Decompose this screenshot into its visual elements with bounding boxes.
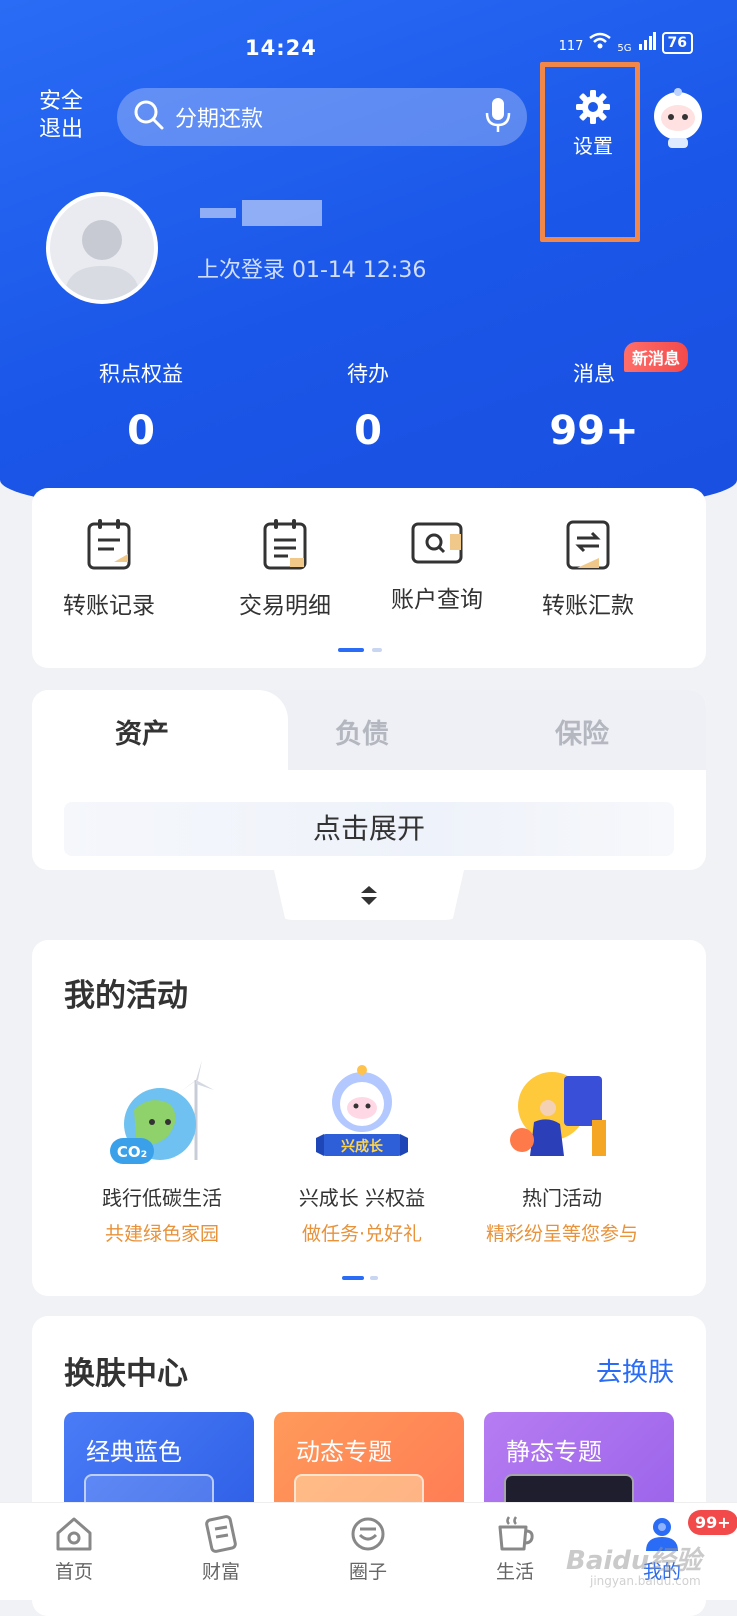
growth-label: 兴成长	[341, 1138, 384, 1155]
skin-tile-label: 动态专题	[296, 1438, 392, 1466]
stat-points[interactable]: 积点权益 0	[61, 358, 221, 454]
circle-community-icon	[318, 1515, 418, 1553]
activity-hot[interactable]: 热门活动 精彩纷呈等您参与	[462, 1060, 662, 1246]
activities-title: 我的活动	[64, 978, 188, 1014]
account-query-icon	[362, 518, 512, 566]
settings-button[interactable]: 设置	[540, 62, 640, 242]
activity-subtitle: 做任务·兑好礼	[301, 1223, 423, 1245]
network-speed: 117	[558, 39, 584, 54]
safe-exit-label: 安全 退出	[38, 89, 83, 142]
tab-circle[interactable]: 圈子	[318, 1515, 418, 1584]
quick-action-label: 转账记录	[63, 593, 155, 619]
notification-badge: 99+	[688, 1510, 737, 1535]
quick-actions-card: 转账记录 交易明细 账户查询 转账汇款	[32, 488, 706, 668]
battery-indicator: 76	[661, 32, 693, 54]
activities-card: 我的活动 CO₂ 践行低碳生活 共建绿色家园 兴成长 兴成长 兴权益 做任务·兑…	[32, 940, 706, 1296]
pager-dot-active	[338, 648, 364, 652]
last-login-time: 上次登录 01-14 12:36	[197, 258, 427, 283]
user-name-blurred	[200, 200, 340, 230]
change-skin-link[interactable]: 去换肤	[596, 1352, 674, 1389]
tab-label: 生活	[495, 1561, 534, 1583]
tab-home[interactable]: 首页	[24, 1515, 124, 1584]
quick-action-label: 账户查询	[391, 587, 483, 613]
quick-action-transaction-detail[interactable]: 交易明细	[210, 518, 360, 620]
gear-icon	[575, 90, 611, 130]
wifi-icon	[589, 32, 612, 54]
stat-todo[interactable]: 待办 0	[288, 358, 448, 454]
tab-assets[interactable]: 资产	[82, 712, 202, 751]
search-icon	[133, 99, 165, 135]
activity-growth[interactable]: 兴成长 兴成长 兴权益 做任务·兑好礼	[262, 1060, 462, 1246]
pager-dot	[372, 648, 382, 652]
signal-label: 5G	[617, 43, 632, 54]
avatar[interactable]	[46, 192, 158, 304]
coffee-cup-icon	[465, 1515, 565, 1553]
activity-title: 兴成长 兴权益	[298, 1186, 426, 1210]
stat-todo-label: 待办	[347, 362, 389, 386]
earth-windmill-icon: CO₂	[102, 1060, 222, 1170]
growth-mascot-icon: 兴成长	[302, 1060, 422, 1170]
tab-insurance[interactable]: 保险	[522, 712, 642, 751]
tab-label: 财富	[201, 1561, 240, 1583]
remittance-icon	[513, 518, 663, 572]
activity-subtitle: 精彩纷呈等您参与	[485, 1223, 638, 1245]
stat-messages-value: 99+	[549, 408, 639, 454]
stat-points-label: 积点权益	[99, 362, 183, 386]
activity-low-carbon[interactable]: CO₂ 践行低碳生活 共建绿色家园	[62, 1060, 262, 1246]
tab-wealth[interactable]: 财富	[171, 1515, 271, 1584]
pager-dot	[370, 1276, 378, 1280]
home-icon	[24, 1515, 124, 1553]
expand-toggle[interactable]	[274, 870, 464, 920]
assistant-robot-icon[interactable]	[646, 86, 710, 150]
skin-tile-label: 经典蓝色	[86, 1438, 182, 1466]
expand-button[interactable]: 点击展开	[64, 802, 674, 856]
transaction-detail-icon	[210, 518, 360, 572]
search-placeholder: 分期还款	[175, 107, 264, 132]
search-input[interactable]: 分期还款	[117, 88, 527, 146]
asset-card: 资产 负债 保险 点击展开	[32, 690, 706, 870]
tab-life[interactable]: 生活	[465, 1515, 565, 1584]
skin-center-title: 换肤中心	[64, 1356, 188, 1392]
tab-label: 首页	[54, 1561, 93, 1583]
settings-label: 设置	[573, 134, 613, 158]
tab-label: 圈子	[348, 1561, 387, 1583]
signal-icon	[638, 32, 656, 54]
stat-messages[interactable]: 消息 99+	[514, 358, 674, 454]
status-time: 14:24	[245, 36, 317, 60]
microphone-icon[interactable]	[485, 97, 511, 137]
activity-title: 践行低碳生活	[102, 1186, 222, 1210]
co2-label: CO₂	[117, 1143, 147, 1161]
status-indicators: 117 5G 76	[559, 32, 693, 54]
transfer-record-icon	[34, 518, 184, 572]
wealth-icon	[171, 1515, 271, 1553]
activity-subtitle: 共建绿色家园	[104, 1223, 219, 1245]
pager-dot-active	[342, 1276, 364, 1280]
stat-points-value: 0	[127, 408, 155, 454]
hot-activity-illustration-icon	[502, 1060, 622, 1170]
quick-action-remittance[interactable]: 转账汇款	[513, 518, 663, 620]
quick-action-transfer-record[interactable]: 转账记录	[34, 518, 184, 620]
new-message-badge: 新消息	[624, 342, 689, 372]
stat-todo-value: 0	[354, 408, 382, 454]
expand-label: 点击展开	[312, 812, 425, 845]
quick-action-label: 转账汇款	[542, 593, 634, 619]
chevron-down-icon	[358, 886, 380, 910]
quick-action-account-query[interactable]: 账户查询	[362, 518, 512, 614]
watermark: Baidu经验	[566, 1546, 702, 1576]
watermark-url: jingyan.baidu.com	[590, 1574, 701, 1588]
activity-title: 热门活动	[522, 1186, 602, 1210]
skin-tile-label: 静态专题	[506, 1438, 602, 1466]
safe-exit-button[interactable]: 安全 退出	[36, 88, 86, 144]
quick-action-label: 交易明细	[239, 593, 331, 619]
tab-liabilities[interactable]: 负债	[302, 712, 422, 751]
